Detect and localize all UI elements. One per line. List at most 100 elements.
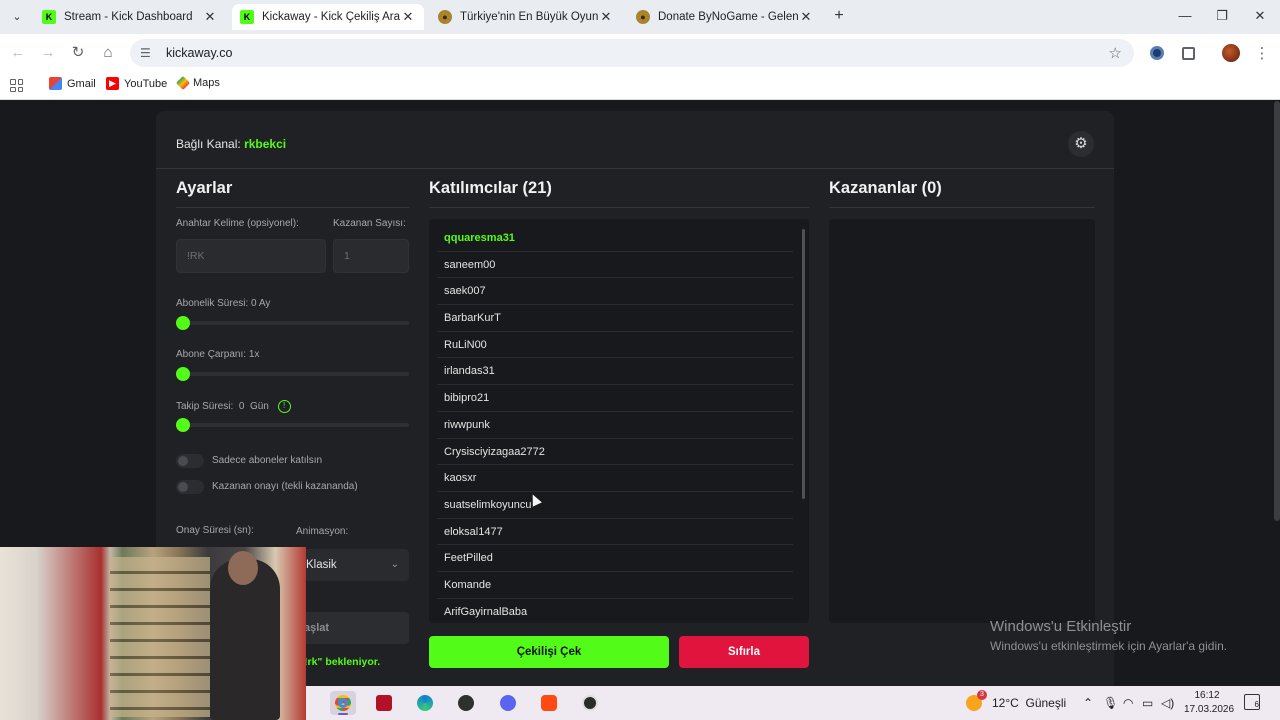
gmail-icon: [49, 77, 62, 90]
app-dark-taskbar-icon[interactable]: [453, 691, 479, 715]
slider-knob[interactable]: [176, 418, 190, 432]
reload-icon[interactable]: ↻: [69, 44, 87, 62]
tray-chevron-icon[interactable]: ⌃: [1083, 696, 1093, 710]
bynogame-icon: ●: [438, 10, 452, 24]
new-tab-button[interactable]: +: [830, 7, 848, 25]
participant-row: qquaresma31: [437, 225, 793, 252]
divider: [829, 207, 1095, 208]
sub-duration-slider[interactable]: [176, 316, 409, 330]
channel-name: rkbekci: [244, 137, 287, 151]
bookmark-star-icon[interactable]: ☆: [1109, 44, 1122, 62]
sub-duration-label: Abonelik Süresi: 0 Ay: [176, 298, 271, 309]
clock-date: 17.03.2026: [1184, 704, 1235, 715]
close-icon[interactable]: ✕: [202, 9, 218, 25]
obs-taskbar-icon[interactable]: [577, 691, 603, 715]
participant-row: saek007: [437, 278, 793, 306]
participants-list[interactable]: qquaresma31 saneem00 saek007 BarbarKurT RuLi…: [429, 219, 809, 623]
weather-text: Güneşli: [1025, 696, 1067, 710]
winner-confirm-toggle[interactable]: [176, 480, 204, 494]
info-icon[interactable]: !: [277, 400, 291, 413]
browser-toolbar: ← → ↻ ⌂ ☰ kickaway.co ☆ ⋮: [0, 34, 1280, 72]
ea-taskbar-icon[interactable]: [536, 691, 562, 715]
volume-icon[interactable]: ◁): [1161, 696, 1174, 710]
weather-widget[interactable]: 12°C Güneşli: [966, 690, 1067, 711]
bookmark-label: YouTube: [124, 77, 168, 90]
bookmark-youtube[interactable]: ▶ YouTube: [106, 77, 167, 90]
slider-knob[interactable]: [176, 367, 190, 381]
chrome-taskbar-icon[interactable]: [330, 691, 356, 715]
reset-button[interactable]: Sıfırla: [679, 636, 809, 668]
connected-channel: Bağlı Kanal: rkbekci: [176, 137, 286, 151]
tab-title: Stream - Kick Dashboard: [64, 11, 193, 23]
draw-button[interactable]: Çekilişi Çek: [429, 636, 669, 668]
apps-grid-icon[interactable]: [10, 79, 23, 92]
bookmark-gmail[interactable]: Gmail: [49, 77, 96, 90]
tab-bynogame[interactable]: ● Türkiye'nin En Büyük Oyuncu D ✕: [430, 4, 622, 30]
participant-row: Crysisciyizagaa2772: [437, 439, 793, 466]
maximize-icon[interactable]: ❐: [1212, 8, 1232, 24]
notification-icon[interactable]: 6: [1244, 694, 1260, 710]
discord-taskbar-icon[interactable]: [495, 691, 521, 715]
tab-kickaway[interactable]: K Kickaway - Kick Çekiliş Aracı ✕: [232, 4, 424, 30]
forward-icon[interactable]: →: [39, 44, 57, 62]
extensions-puzzle-icon[interactable]: [1178, 43, 1198, 63]
site-info-icon[interactable]: ☰: [140, 46, 156, 60]
webcam-overlay: [0, 547, 306, 720]
subs-only-toggle[interactable]: [176, 454, 204, 468]
microphone-icon[interactable]: 🎙: [1103, 696, 1118, 710]
tab-title: Donate ByNoGame - Gelen/Gid: [658, 11, 798, 23]
winners-list: [829, 219, 1095, 623]
tab-search-icon[interactable]: ⌄: [6, 7, 28, 27]
subs-only-label: Sadece aboneler katılsın: [212, 455, 323, 466]
bookmark-maps[interactable]: Maps: [175, 75, 220, 91]
participant-row: bibipro21: [437, 385, 793, 412]
confirm-time-label: Onay Süresi (sn):: [176, 525, 254, 536]
close-icon[interactable]: ✕: [598, 9, 614, 25]
close-window-icon[interactable]: ✕: [1250, 8, 1270, 24]
clock[interactable]: 16:12 17.03.2026: [1184, 689, 1235, 717]
winner-count-label: Kazanan Sayısı:: [333, 218, 406, 229]
winner-count-input[interactable]: 1: [333, 239, 409, 273]
extension-icon[interactable]: [1147, 43, 1167, 63]
edge-taskbar-icon[interactable]: [412, 691, 438, 715]
participant-row: eloksal1477: [437, 519, 793, 546]
list-scrollbar[interactable]: [802, 229, 805, 499]
profile-avatar[interactable]: [1221, 43, 1241, 63]
follow-duration-slider[interactable]: [176, 418, 409, 432]
tab-kick-dashboard[interactable]: K Stream - Kick Dashboard ✕: [34, 4, 226, 30]
waiting-status: !rk" bekleniyor.: [304, 656, 381, 668]
card-header: Bağlı Kanal: rkbekci ⚙: [156, 111, 1114, 169]
animation-label: Animasyon:: [296, 526, 349, 537]
close-icon[interactable]: ✕: [400, 9, 416, 25]
start-button[interactable]: aşlat: [296, 612, 409, 644]
minimize-icon[interactable]: —: [1175, 8, 1195, 23]
sub-multiplier-slider[interactable]: [176, 367, 409, 381]
tab-donate-bynogame[interactable]: ● Donate ByNoGame - Gelen/Gid ✕: [628, 4, 822, 30]
keyword-input[interactable]: !RK: [176, 239, 326, 273]
battery-icon[interactable]: ▭: [1142, 696, 1153, 710]
participant-row: irlandas31: [437, 358, 793, 386]
home-icon[interactable]: ⌂: [99, 44, 117, 62]
settings-title: Ayarlar: [176, 179, 233, 197]
animation-select[interactable]: Klasik ⌄: [296, 549, 409, 581]
tab-strip: ⌄ K Stream - Kick Dashboard ✕ K Kickaway…: [0, 0, 1280, 34]
wifi-icon[interactable]: ◠: [1123, 696, 1133, 710]
address-bar[interactable]: ☰ kickaway.co ☆: [130, 39, 1134, 67]
maps-icon: [175, 75, 191, 91]
back-icon[interactable]: ←: [9, 44, 27, 62]
participant-row: kaosxr: [437, 465, 793, 492]
participant-row: Komande: [437, 572, 793, 599]
url-text: kickaway.co: [166, 46, 233, 60]
participant-row: riwwpunk: [437, 412, 793, 439]
winner-confirm-label: Kazanan onayı (tekli kazananda): [212, 481, 358, 492]
chevron-down-icon: ⌄: [390, 559, 399, 570]
bookmark-label: Gmail: [67, 77, 96, 90]
close-icon[interactable]: ✕: [798, 9, 814, 25]
slider-knob[interactable]: [176, 316, 190, 330]
page-scrollbar[interactable]: [1274, 101, 1280, 521]
settings-gear-icon[interactable]: ⚙: [1068, 131, 1094, 157]
menu-kebab-icon[interactable]: ⋮: [1252, 43, 1272, 63]
bookmarks-bar: Gmail ▶ YouTube Maps: [0, 72, 1280, 100]
app-red-taskbar-icon[interactable]: [371, 691, 397, 715]
taskbar: [306, 686, 1280, 720]
